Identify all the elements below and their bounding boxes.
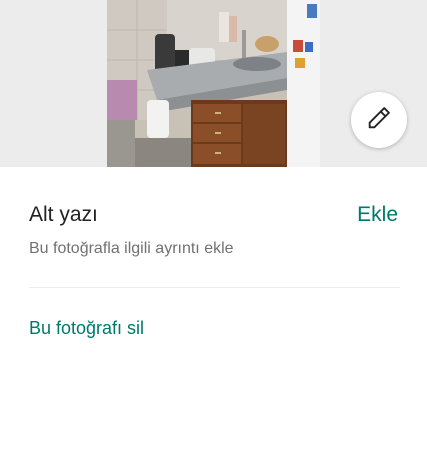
add-caption-button[interactable]: Ekle: [357, 203, 398, 227]
pencil-icon: [365, 104, 393, 137]
caption-title: Alt yazı: [29, 203, 98, 226]
caption-hint: Bu fotoğrafla ilgili ayrıntı ekle: [29, 240, 234, 257]
photo-header: [0, 0, 427, 167]
divider: [29, 287, 400, 288]
delete-photo-button[interactable]: Bu fotoğrafı sil: [29, 318, 144, 339]
listing-photo: [107, 0, 320, 167]
edit-photo-button[interactable]: [351, 92, 407, 148]
